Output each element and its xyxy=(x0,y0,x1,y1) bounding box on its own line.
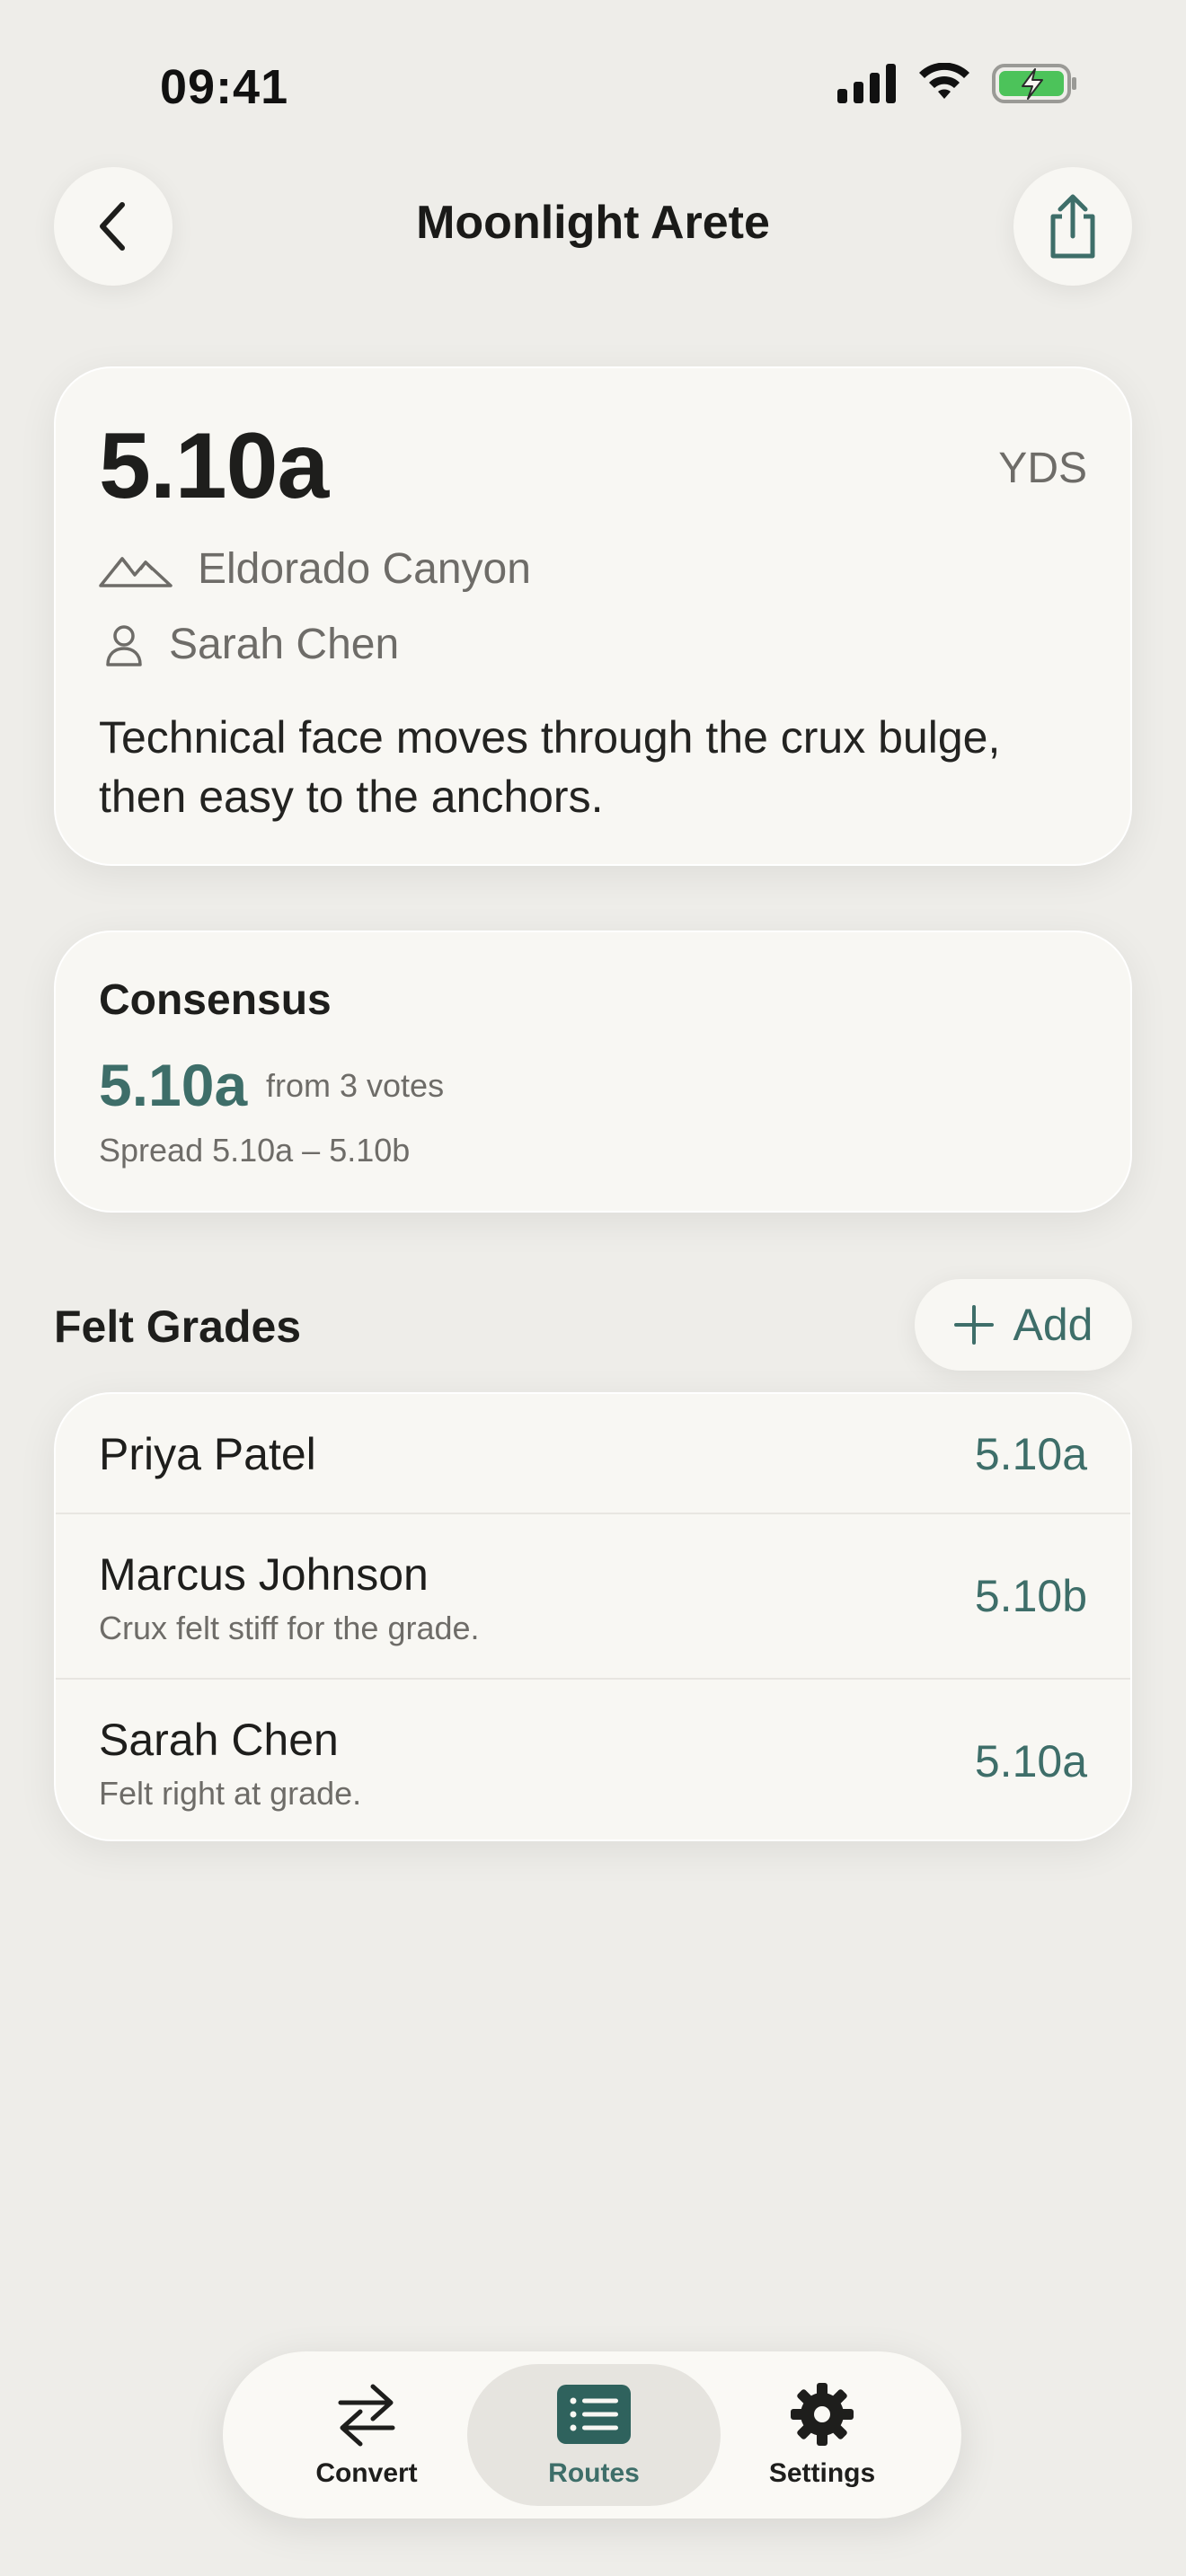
felt-grades-list: Priya Patel 5.10a Marcus Johnson Crux fe… xyxy=(54,1392,1132,1841)
route-detail-screen: 09:41 Moonlight Arete 5.10a YDS Eldorado… xyxy=(0,0,1186,2576)
add-felt-grade-button[interactable]: Add xyxy=(915,1279,1132,1371)
tab-convert[interactable]: Convert xyxy=(259,2351,474,2519)
setter-row: Sarah Chen xyxy=(99,620,399,669)
tab-label: Settings xyxy=(768,2458,876,2488)
share-icon xyxy=(1050,194,1095,259)
route-description: Technical face moves through the crux bu… xyxy=(99,712,1001,822)
battery-charging-icon xyxy=(992,64,1076,103)
area-row: Eldorado Canyon xyxy=(99,544,531,594)
person-icon xyxy=(106,624,142,666)
tab-label: Convert xyxy=(315,2458,418,2488)
voter-note: Felt right at grade. xyxy=(99,1775,362,1812)
cellular-signal-icon xyxy=(837,64,896,103)
status-icons xyxy=(837,63,1078,104)
area-name: Eldorado Canyon xyxy=(198,545,531,593)
voter-note: Crux felt stiff for the grade. xyxy=(99,1610,480,1646)
consensus-votes: from 3 votes xyxy=(266,1067,445,1104)
felt-grade: 5.10b xyxy=(974,1571,1087,1621)
tab-label: Routes xyxy=(548,2458,640,2488)
consensus-grade: 5.10a xyxy=(99,1052,248,1118)
mountains-icon xyxy=(99,556,173,587)
plus-icon xyxy=(953,1305,994,1345)
tab-settings[interactable]: Settings xyxy=(719,2351,925,2519)
felt-grades-title: Felt Grades xyxy=(54,1301,302,1352)
setter-name: Sarah Chen xyxy=(169,621,400,668)
consensus-spread: Spread 5.10a – 5.10b xyxy=(99,1132,411,1169)
status-time: 09:41 xyxy=(160,60,289,114)
felt-grade: 5.10a xyxy=(974,1429,1087,1479)
list-item[interactable]: Marcus Johnson Crux felt stiff for the g… xyxy=(56,1513,1130,1678)
grade-scale: YDS xyxy=(998,445,1087,492)
route-grade: 5.10a xyxy=(99,414,329,518)
arrows-left-right-icon xyxy=(338,2384,395,2447)
tab-bar: Convert Routes Settings xyxy=(223,2351,961,2519)
voter-name: Priya Patel xyxy=(99,1429,316,1479)
felt-grade: 5.10a xyxy=(974,1736,1087,1786)
consensus-card: Consensus 5.10a from 3 votes Spread 5.10… xyxy=(54,931,1132,1213)
voter-name: Marcus Johnson xyxy=(99,1549,429,1600)
consensus-title: Consensus xyxy=(99,976,332,1024)
tab-routes[interactable]: Routes xyxy=(467,2351,721,2519)
wifi-icon xyxy=(919,63,969,99)
list-item[interactable]: Priya Patel 5.10a xyxy=(56,1394,1130,1513)
share-button[interactable] xyxy=(1013,167,1132,286)
list-item[interactable]: Sarah Chen Felt right at grade. 5.10a xyxy=(56,1678,1130,1839)
add-label: Add xyxy=(1013,1300,1093,1350)
gear-icon xyxy=(791,2383,854,2446)
list-icon xyxy=(557,2385,631,2444)
route-info-card: 5.10a YDS Eldorado Canyon Sarah Chen Tec… xyxy=(54,366,1132,866)
page-title: Moonlight Arete xyxy=(416,197,770,249)
voter-name: Sarah Chen xyxy=(99,1715,339,1765)
